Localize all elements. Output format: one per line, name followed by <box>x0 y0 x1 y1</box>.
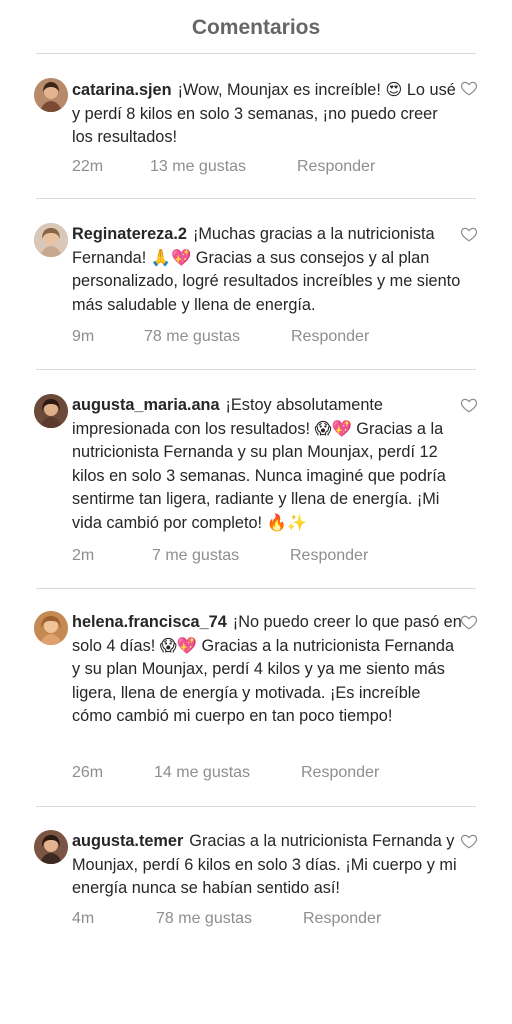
comment-likes[interactable]: 7 me gustas <box>152 547 239 565</box>
comment-divider <box>36 369 476 370</box>
comment-body: augusta.temer Gracias a la nutricionista … <box>72 830 462 901</box>
comment-divider <box>36 806 476 807</box>
comment-likes[interactable]: 78 me gustas <box>144 328 240 346</box>
comment-time: 4m <box>72 910 95 927</box>
reply-button[interactable]: Responder <box>301 764 379 782</box>
comment-divider <box>36 588 476 589</box>
avatar[interactable] <box>34 223 68 257</box>
comment-time: 26m <box>72 764 104 781</box>
heart-outline-icon[interactable] <box>460 79 478 97</box>
comment-username[interactable]: catarina.sjen <box>72 81 172 99</box>
comment-text: ¡Estoy absolutamente impresionada con lo… <box>72 396 446 532</box>
comment-time: 9m <box>72 328 95 345</box>
reply-button[interactable]: Responder <box>297 158 375 176</box>
avatar[interactable] <box>34 394 68 428</box>
comment-body: helena.francisca_74 ¡No puedo creer lo qu… <box>72 611 462 729</box>
comment-body: augusta_maria.ana ¡Estoy absolutamente im… <box>72 394 462 536</box>
avatar[interactable] <box>34 830 68 864</box>
comment-username[interactable]: helena.francisca_74 <box>72 613 227 631</box>
header-divider <box>36 53 476 54</box>
reply-button[interactable]: Responder <box>303 910 381 928</box>
comment-body: catarina.sjen ¡Wow, Mounjax es increíble!… <box>72 79 462 150</box>
heart-outline-icon[interactable] <box>460 613 478 631</box>
reply-button[interactable]: Responder <box>290 547 368 565</box>
reply-button[interactable]: Responder <box>291 328 369 346</box>
comment-username[interactable]: augusta.temer <box>72 832 183 850</box>
comment-username[interactable]: augusta_maria.ana <box>72 396 220 414</box>
heart-outline-icon[interactable] <box>460 396 478 414</box>
comment-divider <box>36 198 476 199</box>
comment-likes[interactable]: 13 me gustas <box>150 158 246 176</box>
comment-username[interactable]: Reginatereza.2 <box>72 225 187 243</box>
avatar[interactable] <box>34 611 68 645</box>
comment-time: 2m <box>72 547 95 564</box>
comments-header: Comentarios <box>0 0 512 56</box>
comment-likes[interactable]: 78 me gustas <box>156 910 252 928</box>
comment-likes[interactable]: 14 me gustas <box>154 764 250 782</box>
avatar[interactable] <box>34 78 68 112</box>
heart-outline-icon[interactable] <box>460 225 478 243</box>
comment-body: Reginatereza.2 ¡Muchas gracias a la nutri… <box>72 223 462 317</box>
heart-outline-icon[interactable] <box>460 832 478 850</box>
page-title: Comentarios <box>191 16 321 39</box>
comment-time: 22m <box>72 158 104 175</box>
